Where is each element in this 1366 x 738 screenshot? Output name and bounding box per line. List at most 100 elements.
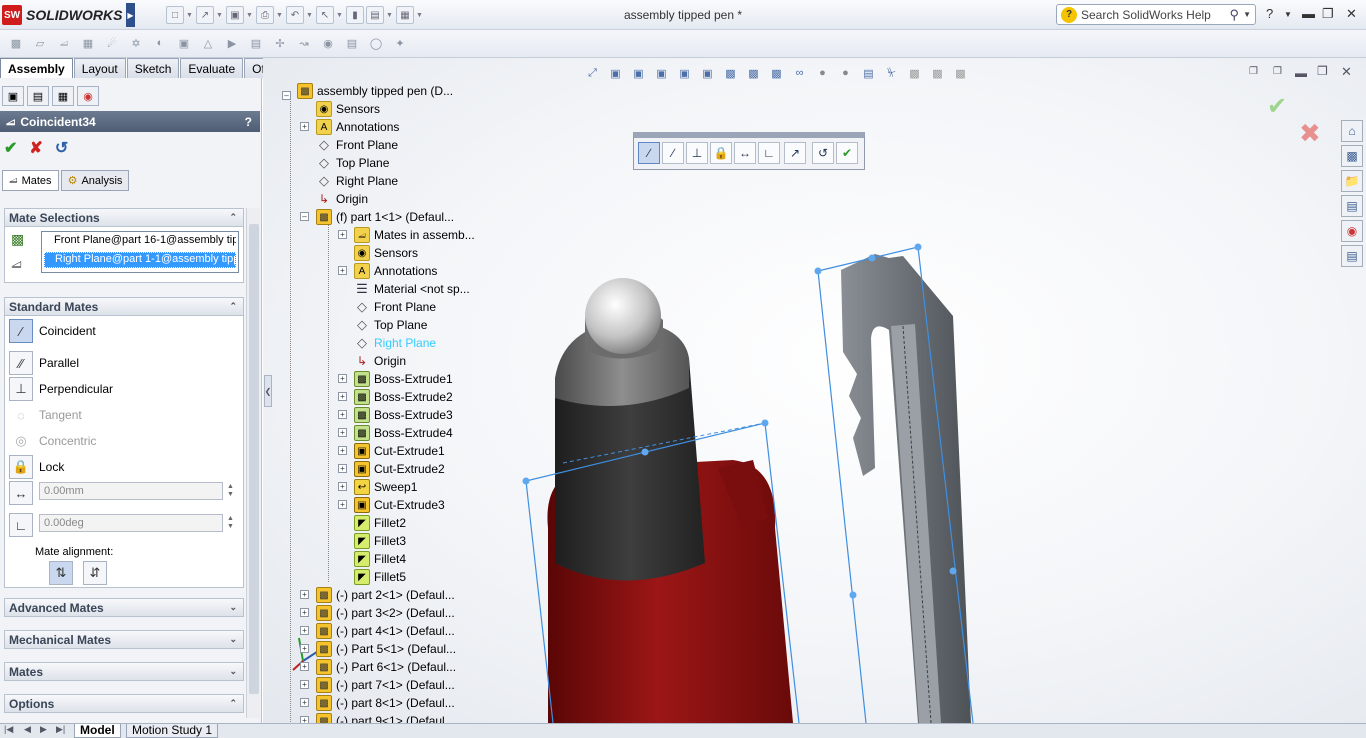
- plane-handle[interactable]: [868, 254, 876, 262]
- new-motion-study-icon[interactable]: ▶: [222, 34, 242, 52]
- tree-item[interactable]: ▩ Boss-Extrude2: [354, 388, 453, 406]
- smart-fasteners-icon[interactable]: ☄: [102, 34, 122, 52]
- ok-icon[interactable]: ✔: [4, 138, 17, 158]
- save-icon[interactable]: ▣: [226, 6, 244, 24]
- help-search-box[interactable]: ? Search SolidWorks Help ⚲ ▼: [1056, 4, 1256, 25]
- ok-icon[interactable]: ✔: [836, 142, 858, 164]
- undo-dropdown-icon[interactable]: ▼: [306, 12, 314, 19]
- expand-icon[interactable]: +: [338, 374, 347, 383]
- distance-icon[interactable]: ↔: [734, 142, 756, 164]
- insert-component-icon[interactable]: ▩: [6, 34, 26, 52]
- collapse-icon[interactable]: –: [282, 90, 291, 100]
- expand-icon[interactable]: ⌄: [229, 666, 237, 677]
- select-dropdown-icon[interactable]: ▼: [336, 12, 344, 19]
- anti-aligned-icon[interactable]: ⇵: [83, 561, 107, 585]
- tree-item[interactable]: ▩ (f) part 1<1> (Defaul...: [316, 208, 454, 226]
- assembly-features-icon[interactable]: ▣: [174, 34, 194, 52]
- expand-icon[interactable]: +: [300, 644, 309, 653]
- expand-icon[interactable]: +: [338, 266, 347, 275]
- select-icon[interactable]: ↖: [316, 6, 334, 24]
- tab-motion-study[interactable]: Motion Study 1: [126, 724, 219, 738]
- tree-item[interactable]: ▩ Boss-Extrude3: [354, 406, 453, 424]
- tree-item[interactable]: ◉ Sensors: [354, 244, 418, 262]
- expand-icon[interactable]: +: [338, 410, 347, 419]
- perpendicular-icon[interactable]: ⊥: [686, 142, 708, 164]
- expand-icon[interactable]: ⌄: [229, 602, 237, 613]
- help-icon[interactable]: ?: [1266, 6, 1273, 21]
- plane-handle[interactable]: [761, 419, 769, 427]
- tree-item[interactable]: ▩ (-) part 9<1> (Defaul...: [316, 712, 455, 723]
- restore-icon[interactable]: ❐: [1322, 6, 1334, 22]
- tree-item[interactable]: ▩ (-) part 2<1> (Defaul...: [316, 586, 455, 604]
- solidworks-logo[interactable]: SW SOLIDWORKS: [2, 3, 126, 27]
- previous-tab-icon[interactable]: ◀: [24, 724, 31, 735]
- move-component-icon[interactable]: ✡: [126, 34, 146, 52]
- perpendicular-icon[interactable]: ⊥: [9, 377, 33, 401]
- file-explorer-icon[interactable]: 📁: [1341, 170, 1363, 192]
- expand-icon[interactable]: +: [338, 482, 347, 491]
- close-icon[interactable]: ✕: [1346, 6, 1357, 22]
- instant3d-icon[interactable]: ✦: [390, 34, 410, 52]
- help-dropdown-icon[interactable]: ▼: [1284, 10, 1292, 19]
- minimize-icon[interactable]: ▬: [1302, 6, 1315, 21]
- mate-selections-list[interactable]: Front Plane@part 16-1@assembly tipped pe…: [41, 231, 239, 273]
- tab-layout[interactable]: Layout: [73, 58, 126, 78]
- expand-icon[interactable]: +: [300, 662, 309, 671]
- coincident-icon[interactable]: ∕: [638, 142, 660, 164]
- view-palette-icon[interactable]: ▤: [1341, 195, 1363, 217]
- tree-item[interactable]: ▩ (-) Part 5<1> (Defaul...: [316, 640, 456, 658]
- collapse-icon[interactable]: –: [300, 212, 309, 221]
- property-manager-tab-icon[interactable]: ▤: [27, 86, 49, 106]
- file-properties-icon[interactable]: ▤: [366, 6, 384, 24]
- expand-icon[interactable]: ⌄: [229, 634, 237, 645]
- expand-icon[interactable]: +: [300, 122, 309, 131]
- exploded-view-icon[interactable]: ✢: [270, 34, 290, 52]
- tab-mates[interactable]: ⧡ Mates: [2, 170, 59, 191]
- save-dropdown-icon[interactable]: ▼: [246, 12, 254, 19]
- tree-item[interactable]: ◤ Fillet4: [354, 550, 406, 568]
- tree-item[interactable]: ↳ Origin: [316, 190, 368, 208]
- hole-alignment-icon[interactable]: ◯: [366, 34, 386, 52]
- tree-item[interactable]: ◤ Fillet5: [354, 568, 406, 586]
- expand-icon[interactable]: +: [338, 230, 347, 239]
- help-search-input[interactable]: Search SolidWorks Help: [1081, 8, 1211, 22]
- tree-item[interactable]: ▩ Boss-Extrude4: [354, 424, 453, 442]
- expand-icon[interactable]: +: [338, 392, 347, 401]
- tree-item[interactable]: ☰ Material <not sp...: [354, 280, 470, 298]
- plane-handle[interactable]: [914, 243, 922, 251]
- plane-handle[interactable]: [814, 267, 822, 275]
- tree-item[interactable]: ▣ Cut-Extrude1: [354, 442, 445, 460]
- expand-icon[interactable]: +: [300, 680, 309, 689]
- tree-item[interactable]: ▩ (-) Part 6<1> (Defaul...: [316, 658, 456, 676]
- distance-spinner[interactable]: ▲ ▼: [227, 483, 237, 499]
- undo-icon[interactable]: ↺: [55, 138, 68, 158]
- collapse-icon[interactable]: ⌃: [229, 301, 237, 312]
- collapse-icon[interactable]: ⌃: [229, 212, 237, 223]
- coincident-icon[interactable]: ∕: [9, 319, 33, 343]
- tree-item[interactable]: ◇ Top Plane: [316, 154, 389, 172]
- section-standard-mates[interactable]: Standard Mates ⌃: [4, 297, 244, 316]
- expand-icon[interactable]: +: [300, 716, 309, 723]
- plane-handle[interactable]: [949, 567, 957, 575]
- tree-item[interactable]: ▣ Cut-Extrude2: [354, 460, 445, 478]
- panel-scrollbar[interactable]: [246, 208, 260, 718]
- new-part-icon[interactable]: ▱: [30, 34, 50, 52]
- angle-field[interactable]: 0.00deg: [39, 514, 223, 532]
- options-icon[interactable]: ▦: [396, 6, 414, 24]
- tree-item[interactable]: ▩ (-) part 4<1> (Defaul...: [316, 622, 455, 640]
- explode-line-sketch-icon[interactable]: ↝: [294, 34, 314, 52]
- last-tab-icon[interactable]: ▶|: [56, 724, 65, 735]
- expand-icon[interactable]: +: [300, 590, 309, 599]
- tree-item[interactable]: ⧡ Mates in assemb...: [354, 226, 475, 244]
- plane-handle[interactable]: [849, 591, 857, 599]
- section-mate-selections[interactable]: Mate Selections ⌃: [4, 208, 244, 227]
- tree-item[interactable]: ◇ Right Plane: [354, 334, 436, 352]
- tree-item[interactable]: ↳ Origin: [354, 352, 406, 370]
- properties-dropdown-icon[interactable]: ▼: [386, 12, 394, 19]
- expand-icon[interactable]: +: [338, 446, 347, 455]
- tree-item[interactable]: ◇ Front Plane: [316, 136, 398, 154]
- tree-item[interactable]: ◤ Fillet2: [354, 514, 406, 532]
- menu-flyout-arrow-icon[interactable]: ▶: [126, 3, 135, 27]
- mate-parallel[interactable]: ∕∕ Parallel: [9, 351, 79, 375]
- lock-icon[interactable]: 🔒: [710, 142, 732, 164]
